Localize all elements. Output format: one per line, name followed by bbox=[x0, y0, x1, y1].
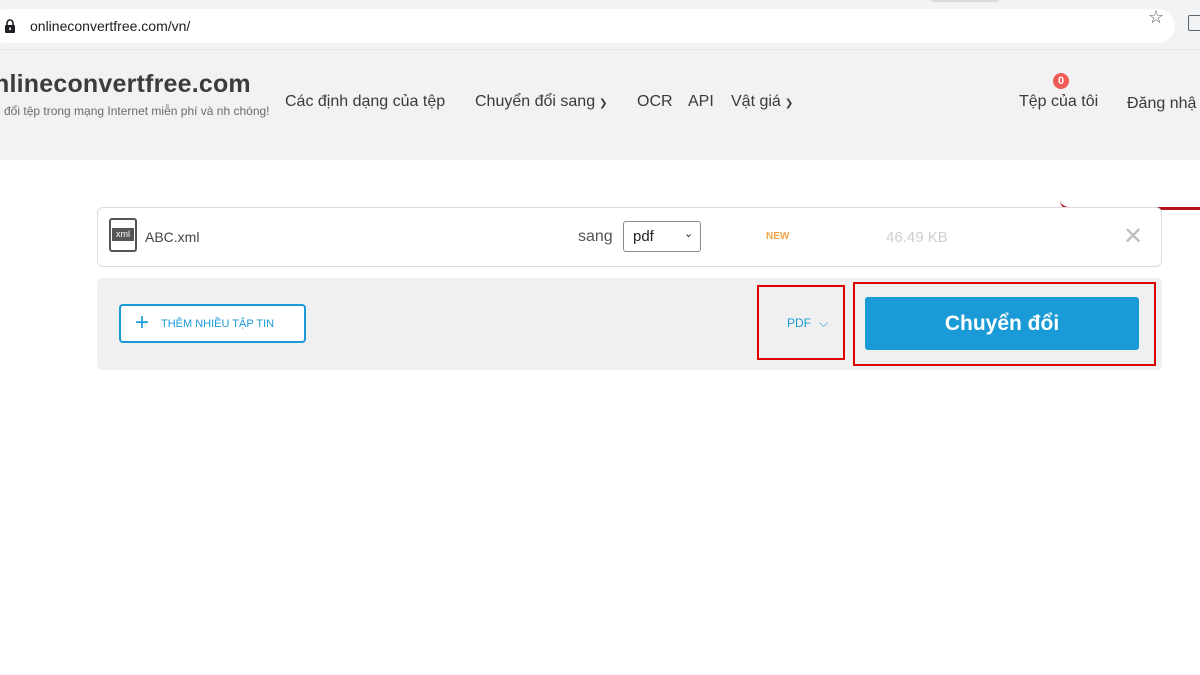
chevron-down-icon: ⌄ bbox=[684, 228, 694, 240]
site-header: nlineconvertfree.com n đổi tệp trong mạn… bbox=[0, 50, 1200, 210]
target-format-select[interactable]: pdf ⌄ bbox=[623, 221, 701, 252]
nav-ocr[interactable]: OCR bbox=[637, 93, 673, 111]
chevron-down-icon: ❯ bbox=[784, 98, 794, 109]
highlight-box-format bbox=[757, 285, 845, 360]
file-type-label: xml bbox=[112, 228, 134, 241]
extension-icon[interactable] bbox=[1188, 15, 1200, 31]
new-badge: NEW bbox=[766, 231, 790, 242]
browser-toolbar: onlineconvertfree.com/vn/ ☆ bbox=[0, 0, 1200, 50]
files-count-badge: 0 bbox=[1053, 73, 1069, 89]
close-icon[interactable]: ✕ bbox=[1123, 222, 1143, 251]
tab-strip-hint bbox=[930, 0, 1000, 2]
add-files-label: THÊM NHIỀU TẬP TIN bbox=[161, 318, 275, 330]
file-row: xml ABC.xml sang pdf ⌄ NEW 46.49 KB ✕ bbox=[97, 207, 1162, 267]
nav-convert-to[interactable]: Chuyển đổi sang ❯ bbox=[475, 93, 607, 111]
site-tagline: n đổi tệp trong mạng Internet miễn phí v… bbox=[0, 104, 270, 118]
my-files-link[interactable]: Tệp của tôi bbox=[1019, 93, 1098, 111]
nav-label: Các định dạng của tệp bbox=[285, 93, 446, 110]
xml-file-icon: xml bbox=[109, 218, 137, 252]
login-link[interactable]: Đăng nhậ bbox=[1127, 95, 1196, 113]
highlight-box-convert bbox=[853, 282, 1156, 366]
selected-format: pdf bbox=[633, 228, 654, 245]
nav-file-formats[interactable]: Các định dạng của tệp bbox=[285, 93, 445, 111]
url-text[interactable]: onlineconvertfree.com/vn/ bbox=[30, 18, 190, 34]
file-name: ABC.xml bbox=[145, 229, 200, 245]
nav-pricing[interactable]: Vật giá ❯ bbox=[731, 93, 793, 111]
address-bar[interactable]: onlineconvertfree.com/vn/ bbox=[0, 9, 1175, 43]
nav-label: Chuyển đổi sang bbox=[475, 93, 596, 110]
chevron-down-icon: ❯ bbox=[599, 98, 608, 109]
nav-api[interactable]: API bbox=[688, 93, 714, 111]
add-more-files-button[interactable]: + THÊM NHIỀU TẬP TIN bbox=[119, 304, 306, 343]
to-label: sang bbox=[578, 228, 613, 245]
nav-label: OCR bbox=[637, 93, 673, 110]
file-size: 46.49 KB bbox=[886, 229, 948, 246]
star-icon[interactable]: ☆ bbox=[1148, 7, 1164, 28]
nav-label: API bbox=[688, 93, 714, 110]
lock-icon bbox=[5, 19, 15, 33]
nav-label: Vật giá bbox=[731, 93, 781, 110]
plus-icon: + bbox=[135, 309, 150, 336]
site-logo[interactable]: nlineconvertfree.com bbox=[0, 70, 251, 99]
